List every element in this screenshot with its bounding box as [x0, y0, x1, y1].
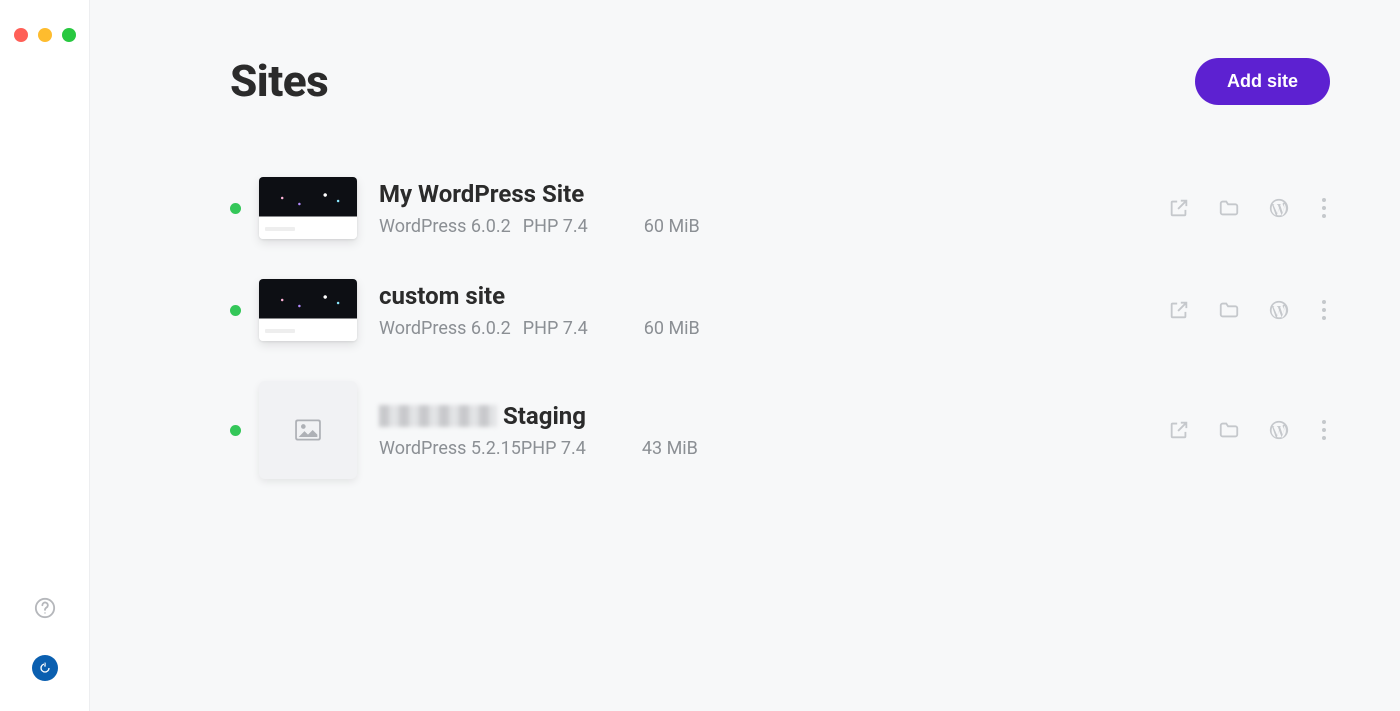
site-info: Staging WordPress 5.2.15 PHP 7.4 43 MiB [379, 402, 698, 459]
open-site-icon[interactable] [1168, 197, 1190, 219]
site-meta: WordPress 5.2.15 PHP 7.4 43 MiB [379, 438, 698, 459]
site-row[interactable]: Staging WordPress 5.2.15 PHP 7.4 43 MiB [230, 381, 1330, 479]
status-running-icon [230, 305, 241, 316]
wp-version: WordPress 6.0.2 [379, 216, 511, 237]
folder-icon[interactable] [1218, 197, 1240, 219]
php-version: PHP 7.4 [523, 216, 588, 237]
folder-icon[interactable] [1218, 419, 1240, 441]
more-options-icon[interactable] [1318, 198, 1330, 218]
page-title: Sites [230, 55, 328, 107]
site-name: custom site [379, 282, 700, 310]
help-icon[interactable] [34, 597, 56, 623]
site-info: custom site WordPress 6.0.2 PHP 7.4 60 M… [379, 282, 700, 339]
php-version: PHP 7.4 [521, 438, 586, 459]
row-actions [1168, 299, 1330, 321]
site-size: 60 MiB [644, 318, 700, 339]
redacted-text [379, 405, 497, 427]
window-minimize-button[interactable] [38, 28, 52, 42]
status-running-icon [230, 203, 241, 214]
open-site-icon[interactable] [1168, 299, 1190, 321]
site-thumbnail[interactable] [259, 279, 357, 341]
site-thumbnail[interactable] [259, 177, 357, 239]
site-thumbnail-placeholder[interactable] [259, 381, 357, 479]
row-actions [1168, 419, 1330, 441]
site-row[interactable]: custom site WordPress 6.0.2 PHP 7.4 60 M… [230, 279, 1330, 341]
open-site-icon[interactable] [1168, 419, 1190, 441]
wp-admin-icon[interactable] [1268, 299, 1290, 321]
site-name: Staging [379, 402, 698, 430]
window-controls [14, 28, 76, 42]
folder-icon[interactable] [1218, 299, 1240, 321]
site-row[interactable]: My WordPress Site WordPress 6.0.2 PHP 7.… [230, 177, 1330, 239]
status-running-icon [230, 425, 241, 436]
site-name: My WordPress Site [379, 180, 700, 208]
app-logo-icon[interactable] [32, 655, 58, 681]
php-version: PHP 7.4 [523, 318, 588, 339]
add-site-button[interactable]: Add site [1195, 58, 1330, 105]
wp-version: WordPress 5.2.15 [379, 438, 521, 459]
more-options-icon[interactable] [1318, 300, 1330, 320]
site-size: 43 MiB [642, 438, 698, 459]
wp-version: WordPress 6.0.2 [379, 318, 511, 339]
wp-admin-icon[interactable] [1268, 419, 1290, 441]
site-meta: WordPress 6.0.2 PHP 7.4 60 MiB [379, 216, 700, 237]
sidebar [0, 0, 90, 711]
wp-admin-icon[interactable] [1268, 197, 1290, 219]
window-zoom-button[interactable] [62, 28, 76, 42]
site-info: My WordPress Site WordPress 6.0.2 PHP 7.… [379, 180, 700, 237]
site-name-text: Staging [503, 402, 586, 430]
site-meta: WordPress 6.0.2 PHP 7.4 60 MiB [379, 318, 700, 339]
main-content: Sites Add site My WordPress Site WordPre… [90, 0, 1400, 711]
site-list: My WordPress Site WordPress 6.0.2 PHP 7.… [230, 177, 1330, 479]
site-size: 60 MiB [644, 216, 700, 237]
more-options-icon[interactable] [1318, 420, 1330, 440]
window-close-button[interactable] [14, 28, 28, 42]
header-row: Sites Add site [230, 55, 1330, 107]
row-actions [1168, 197, 1330, 219]
